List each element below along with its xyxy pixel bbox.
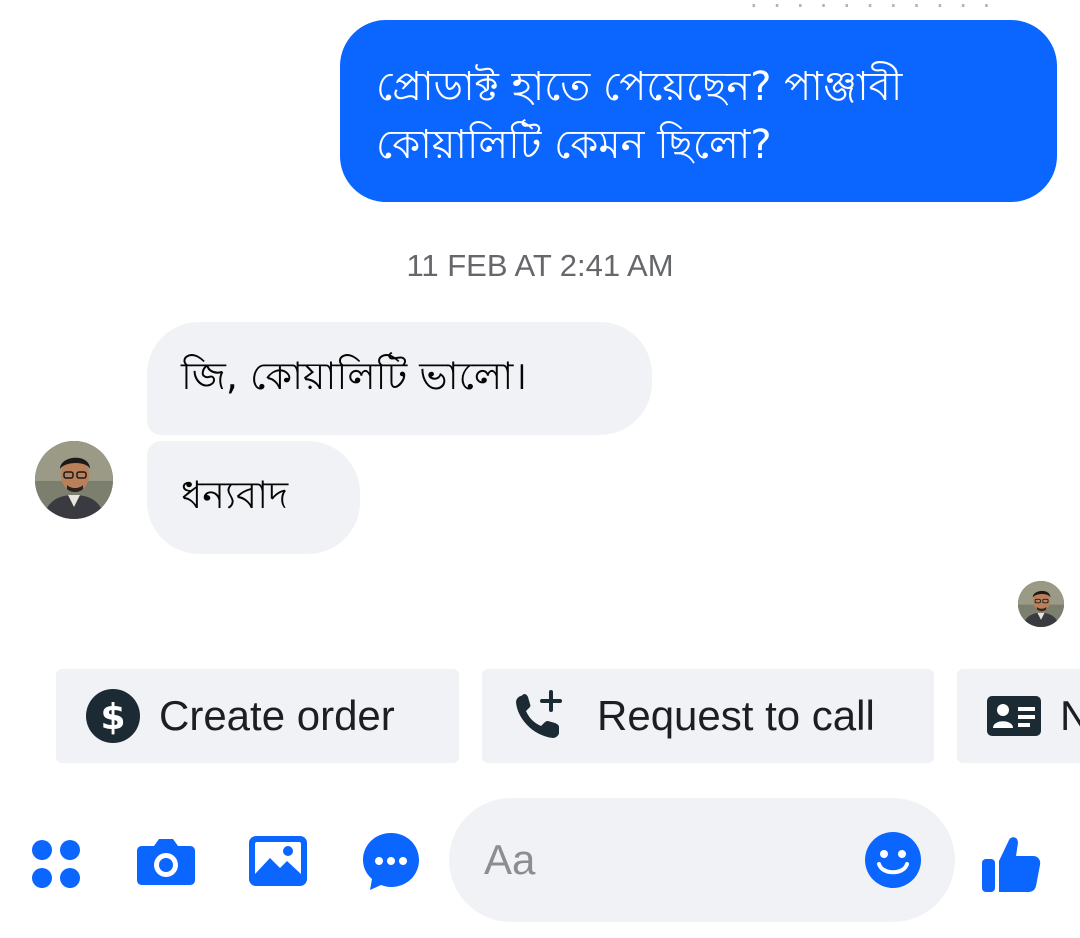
incoming-message-bubble[interactable]: ধন্যবাদ — [147, 441, 360, 554]
like-send-button[interactable] — [980, 832, 1042, 894]
contact-card-label: N — [1060, 692, 1080, 739]
incoming-message-text: জি, কোয়ালিটি ভালো। — [181, 353, 527, 398]
gallery-icon — [249, 836, 307, 886]
incoming-message-text: ধন্যবাদ — [181, 472, 289, 517]
messenger-chat-screen: · · · · · · · · · · · প্রোডাক্ট হাতে পেয… — [0, 0, 1080, 938]
create-order-button[interactable]: $ Create order — [56, 669, 459, 763]
create-order-label: Create order — [159, 692, 395, 739]
seen-receipt-avatar — [1018, 581, 1064, 627]
camera-button[interactable] — [134, 828, 198, 892]
message-timestamp: 11 FEB AT 2:41 AM — [406, 248, 674, 283]
request-to-call-button[interactable]: Request to call — [482, 669, 934, 763]
smiley-icon — [865, 832, 921, 888]
message-composer — [0, 798, 1080, 922]
phone-plus-icon — [516, 690, 562, 738]
request-to-call-label: Request to call — [597, 692, 875, 739]
gallery-button[interactable] — [246, 828, 310, 892]
dollar-circle-icon: $ — [86, 689, 140, 743]
sender-avatar[interactable] — [35, 441, 113, 519]
camera-icon — [137, 839, 195, 885]
outgoing-message-bubble[interactable]: প্রোডাক্ট হাতে পেয়েছেন? পাঞ্জাবী কোয়াল… — [340, 20, 1057, 202]
quick-actions-row: $ Create order Request to call N — [0, 669, 1080, 763]
contact-card-icon — [987, 696, 1041, 736]
emoji-button[interactable] — [864, 831, 922, 889]
svg-text:$: $ — [100, 697, 125, 738]
previous-message-cutoff: · · · · · · · · · · · — [750, 0, 1050, 8]
message-input-container[interactable] — [449, 798, 955, 922]
message-input[interactable] — [482, 835, 846, 885]
incoming-message-bubble[interactable]: জি, কোয়ালিটি ভালো। — [147, 322, 652, 435]
thumbs-up-icon — [982, 837, 1041, 892]
apps-button[interactable] — [24, 828, 88, 892]
chat-bubble-icon — [363, 833, 419, 890]
apps-grid-icon — [32, 840, 80, 888]
profile-photo-icon — [1018, 581, 1064, 627]
contact-card-button[interactable]: N — [957, 669, 1080, 763]
profile-photo-icon — [35, 441, 113, 519]
chat-extras-button[interactable] — [359, 828, 423, 892]
